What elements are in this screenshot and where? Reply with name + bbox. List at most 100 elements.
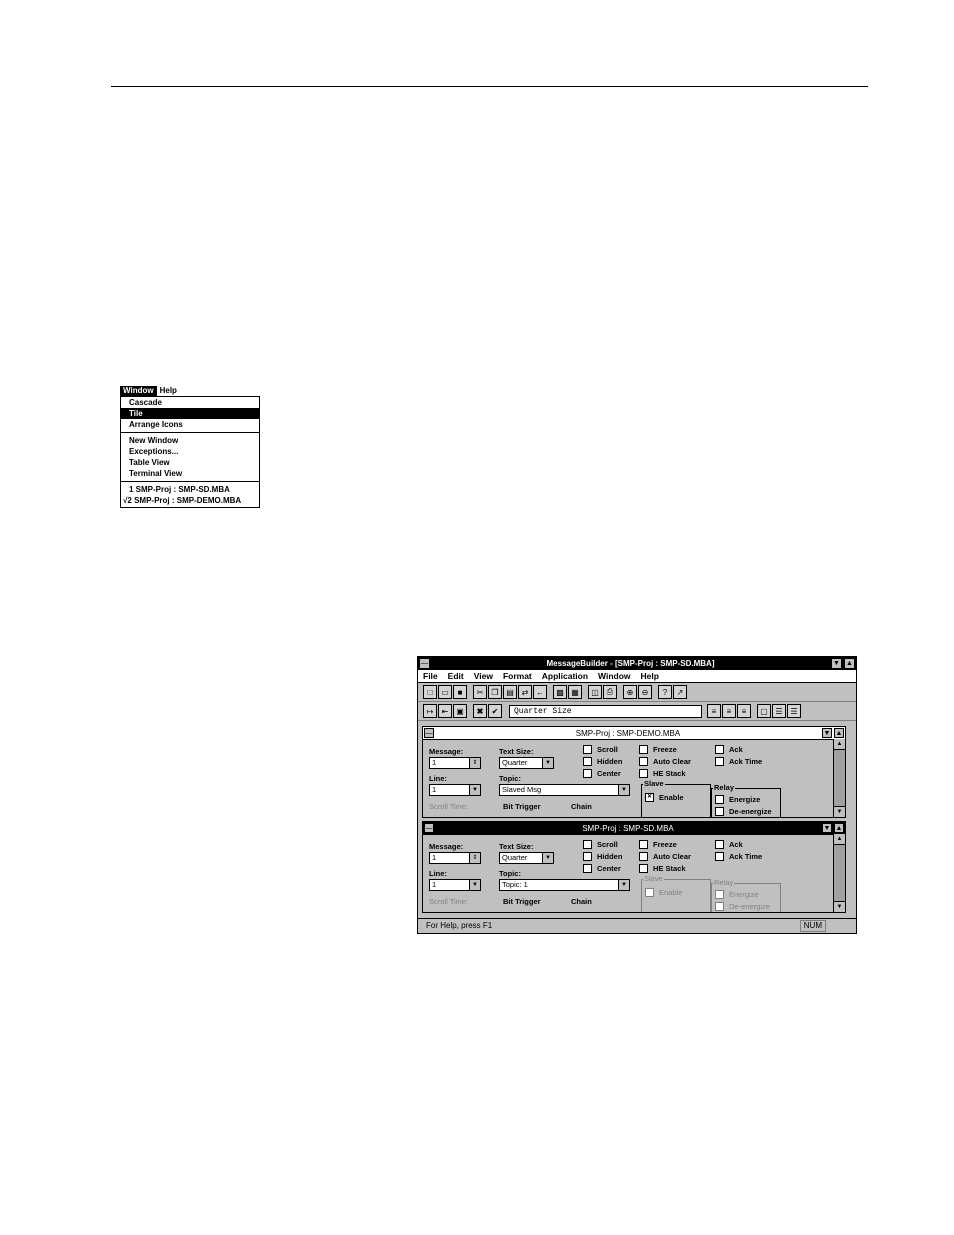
menu-item-new-window[interactable]: New Window	[121, 435, 259, 446]
num-lock-indicator: NUM	[799, 920, 826, 932]
delete-icon[interactable]: ←	[533, 685, 547, 699]
accept-icon[interactable]: ✔	[488, 704, 502, 718]
scroll-up-icon[interactable]: ▲	[834, 739, 845, 750]
auto-clear-checkbox[interactable]: Auto Clear	[639, 757, 691, 766]
menu-item-terminal-view[interactable]: Terminal View	[121, 468, 259, 479]
menu-window[interactable]: Window	[593, 671, 636, 681]
enable-checkbox[interactable]: ✕ Enable	[645, 793, 684, 802]
menu-format[interactable]: Format	[498, 671, 537, 681]
line-select[interactable]: 1 ▼	[429, 879, 481, 891]
de-energize-checkbox[interactable]: De-energize	[715, 807, 772, 816]
justify-icon[interactable]: ☰	[787, 704, 801, 718]
format-text-box[interactable]: Quarter Size	[509, 704, 702, 718]
child-system-menu-icon[interactable]: —	[424, 823, 434, 833]
vertical-scrollbar[interactable]: ▲ ▼	[833, 834, 845, 912]
menu-item-tile[interactable]: Tile	[121, 408, 259, 419]
child-system-menu-icon[interactable]: —	[424, 728, 434, 738]
menu-help[interactable]: Help	[157, 386, 180, 396]
freeze-checkbox[interactable]: Freeze	[639, 840, 677, 849]
menu-item-cascade[interactable]: Cascade	[121, 397, 259, 408]
paste-icon[interactable]: ▤	[503, 685, 517, 699]
menu-item-doc-2[interactable]: √2 SMP-Proj : SMP-DEMO.MBA	[121, 495, 259, 506]
freeze-checkbox[interactable]: Freeze	[639, 745, 677, 754]
scroll-checkbox[interactable]: Scroll	[583, 840, 618, 849]
vertical-scrollbar[interactable]: ▲ ▼	[833, 739, 845, 817]
dropdown-arrow-icon[interactable]: ▼	[469, 785, 480, 795]
child-maximize-icon[interactable]: ▲	[834, 728, 844, 738]
align-right-icon[interactable]: ≡	[737, 704, 751, 718]
align-left-icon[interactable]: ≡	[707, 704, 721, 718]
context-help-icon[interactable]: ↗	[673, 685, 687, 699]
insert-message-icon[interactable]: ⇤	[438, 704, 452, 718]
dropdown-arrow-icon[interactable]: ▼	[618, 785, 629, 795]
menu-item-exceptions[interactable]: Exceptions...	[121, 446, 259, 457]
message-field[interactable]: 1 ⇕	[429, 852, 481, 864]
table-view-icon[interactable]: ▩	[553, 685, 567, 699]
dropdown-arrow-icon[interactable]: ▼	[542, 758, 553, 768]
message-field[interactable]: 1 ⇕	[429, 757, 481, 769]
menu-window[interactable]: Window	[120, 386, 157, 396]
line-select[interactable]: 1 ▼	[429, 784, 481, 796]
center-checkbox[interactable]: Center	[583, 769, 621, 778]
zoom-in-icon[interactable]: ⊕	[623, 685, 637, 699]
open-icon[interactable]: ▭	[438, 685, 452, 699]
scroll-up-icon[interactable]: ▲	[834, 834, 845, 845]
he-stack-checkbox[interactable]: HE Stack	[639, 864, 686, 873]
dropdown-arrow-icon[interactable]: ▼	[469, 880, 480, 890]
scroll-label: Scroll	[597, 840, 618, 849]
maximize-icon[interactable]: ▲	[844, 658, 855, 669]
system-menu-icon[interactable]: —	[419, 658, 430, 669]
print-icon[interactable]: ⎙	[603, 685, 617, 699]
text-size-select[interactable]: Quarter ▼	[499, 757, 554, 769]
scroll-checkbox[interactable]: Scroll	[583, 745, 618, 754]
topic-select[interactable]: Slaved Msg ▼	[499, 784, 630, 796]
child-minimize-icon[interactable]: ▼	[822, 728, 832, 738]
cancel-icon[interactable]: ✖	[473, 704, 487, 718]
menu-application[interactable]: Application	[537, 671, 593, 681]
scroll-down-icon[interactable]: ▼	[834, 901, 845, 912]
save-icon[interactable]: ■	[453, 685, 467, 699]
text-size-select[interactable]: Quarter ▼	[499, 852, 554, 864]
auto-clear-checkbox[interactable]: Auto Clear	[639, 852, 691, 861]
ack-checkbox[interactable]: Ack	[715, 745, 743, 754]
new-icon[interactable]: □	[423, 685, 437, 699]
menu-view[interactable]: View	[469, 671, 498, 681]
menu-edit[interactable]: Edit	[443, 671, 469, 681]
menu-item-arrange-icons[interactable]: Arrange Icons	[121, 419, 259, 430]
slave-group-title: Slave	[643, 874, 664, 883]
ack-time-checkbox[interactable]: Ack Time	[715, 757, 762, 766]
spin-icon[interactable]: ⇕	[469, 853, 480, 863]
de-energize-label: De-energize	[729, 902, 770, 911]
trash-icon[interactable]: ▣	[453, 704, 467, 718]
minimize-icon[interactable]: ▼	[831, 658, 842, 669]
child-maximize-icon[interactable]: ▲	[834, 823, 844, 833]
spin-icon[interactable]: ⇕	[469, 758, 480, 768]
cut-icon[interactable]: ✂	[473, 685, 487, 699]
ack-time-checkbox[interactable]: Ack Time	[715, 852, 762, 861]
center-checkbox[interactable]: Center	[583, 864, 621, 873]
he-stack-checkbox[interactable]: HE Stack	[639, 769, 686, 778]
energize-checkbox[interactable]: Energize	[715, 795, 760, 804]
dropdown-arrow-icon[interactable]: ▼	[618, 880, 629, 890]
properties-icon[interactable]: ▢	[757, 704, 771, 718]
child-minimize-icon[interactable]: ▼	[822, 823, 832, 833]
hidden-checkbox[interactable]: Hidden	[583, 757, 622, 766]
download-icon[interactable]: ◫	[588, 685, 602, 699]
zoom-out-icon[interactable]: ⊖	[638, 685, 652, 699]
terminal-view-icon[interactable]: ▦	[568, 685, 582, 699]
scroll-down-icon[interactable]: ▼	[834, 806, 845, 817]
dropdown-arrow-icon[interactable]: ▼	[542, 853, 553, 863]
hidden-checkbox[interactable]: Hidden	[583, 852, 622, 861]
ack-checkbox[interactable]: Ack	[715, 840, 743, 849]
insert-icon[interactable]: ⇄	[518, 685, 532, 699]
help-icon[interactable]: ?	[658, 685, 672, 699]
add-message-icon[interactable]: ↦	[423, 704, 437, 718]
topic-select[interactable]: Topic: 1 ▼	[499, 879, 630, 891]
menu-file[interactable]: File	[418, 671, 443, 681]
menu-item-table-view[interactable]: Table View	[121, 457, 259, 468]
list-icon[interactable]: ☰	[772, 704, 786, 718]
align-center-icon[interactable]: ≡	[722, 704, 736, 718]
copy-icon[interactable]: ❐	[488, 685, 502, 699]
menu-item-doc-1[interactable]: 1 SMP-Proj : SMP-SD.MBA	[121, 484, 259, 495]
menu-help[interactable]: Help	[636, 671, 664, 681]
